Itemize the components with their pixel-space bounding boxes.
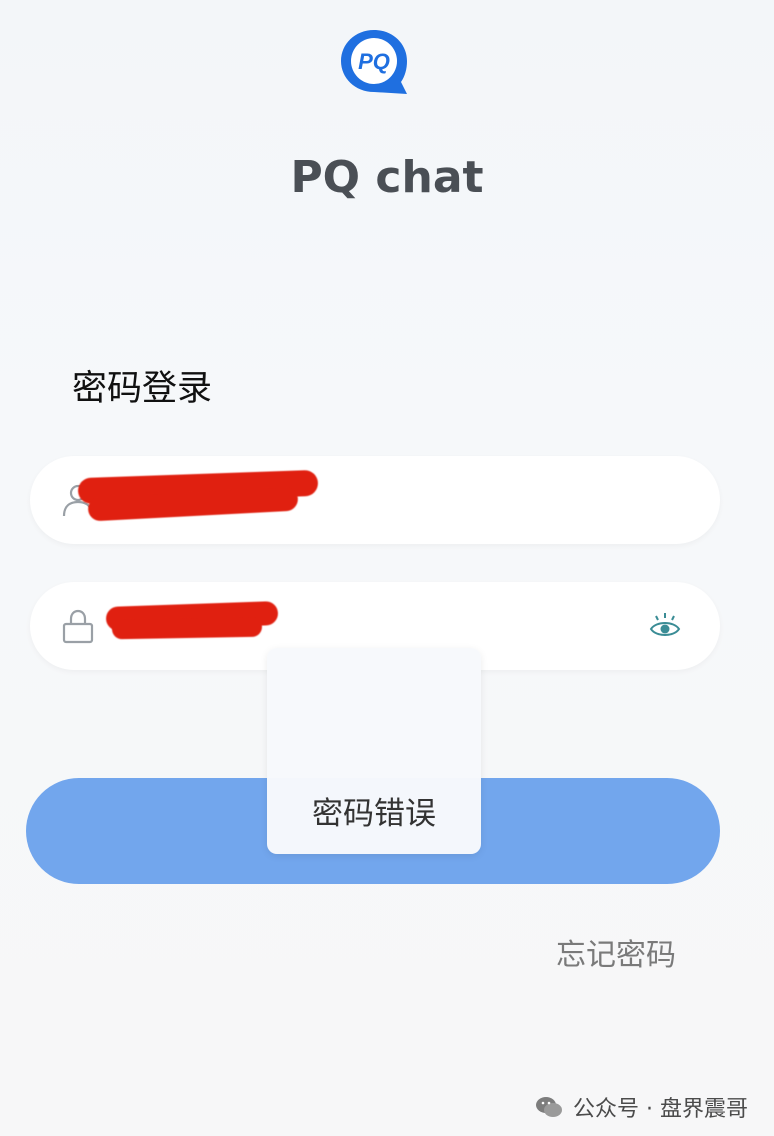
section-title-password-login: 密码登录 xyxy=(72,369,213,409)
app-title: PQ chat xyxy=(290,152,484,203)
pq-logo: PQ xyxy=(341,30,407,94)
redaction-mark xyxy=(111,616,263,640)
login-screen: PQ PQ chat 密码登录 密码错误 忘记密码 公众号 · 盘界震哥 xyxy=(0,0,774,1136)
watermark-text: 公众号 · 盘界震哥 xyxy=(573,1097,748,1122)
logo-text: PQ xyxy=(358,49,390,74)
lock-icon xyxy=(62,609,94,644)
username-field[interactable] xyxy=(30,456,720,544)
wechat-icon xyxy=(536,1097,563,1117)
toast-message: 密码错误 xyxy=(312,796,436,832)
eye-icon[interactable] xyxy=(648,610,682,642)
watermark: 公众号 · 盘界震哥 xyxy=(535,1091,748,1123)
error-toast: 密码错误 xyxy=(267,648,481,854)
forgot-password-link[interactable]: 忘记密码 xyxy=(556,930,676,974)
